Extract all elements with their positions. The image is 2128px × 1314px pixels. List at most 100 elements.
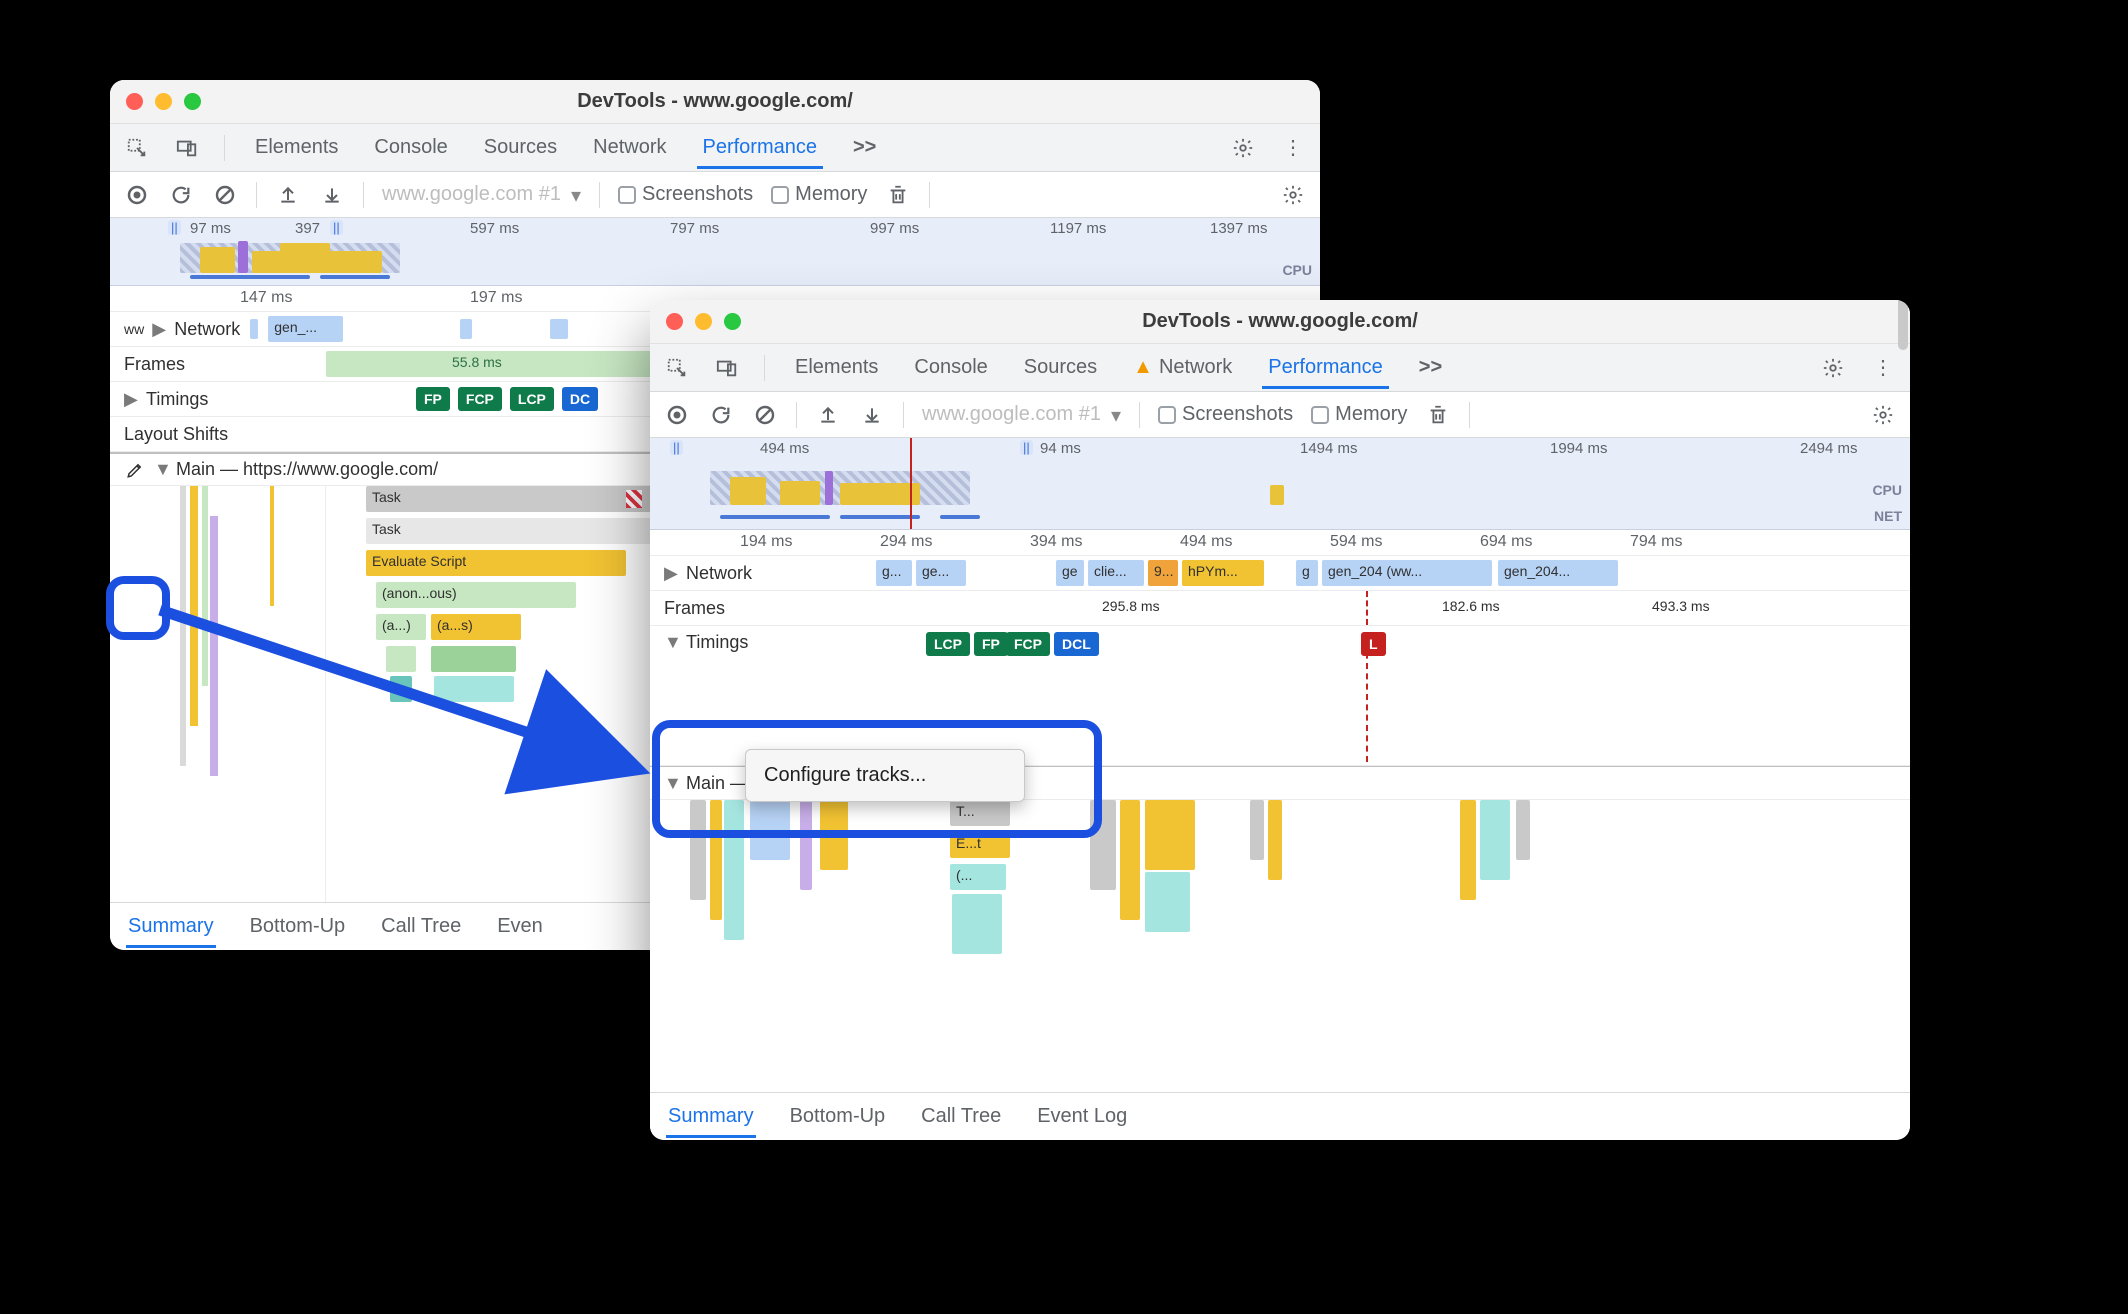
reload-icon[interactable] xyxy=(168,182,194,208)
timing-fcp: FCP xyxy=(458,387,502,411)
btab-bottom-up[interactable]: Bottom-Up xyxy=(248,905,348,948)
btab-call-tree[interactable]: Call Tree xyxy=(919,1095,1003,1138)
flame-et[interactable]: E...t xyxy=(950,832,1010,858)
net-item[interactable]: gen_204... xyxy=(1498,560,1618,586)
net-item[interactable]: gen_... xyxy=(268,316,343,342)
tick: 997 ms xyxy=(870,220,919,237)
flame-a[interactable]: (a...) xyxy=(376,614,426,640)
kebab-icon[interactable]: ⋮ xyxy=(1280,135,1306,161)
clear-icon[interactable] xyxy=(212,182,238,208)
btab-event-log[interactable]: Even xyxy=(495,905,545,948)
download-icon[interactable] xyxy=(319,182,345,208)
range-handle-right[interactable]: || xyxy=(1020,440,1033,455)
zoom-icon[interactable] xyxy=(184,93,201,110)
tab-sources[interactable]: Sources xyxy=(1018,346,1103,389)
close-icon[interactable] xyxy=(666,313,683,330)
inspect-icon[interactable] xyxy=(664,355,690,381)
cpu-overview[interactable]: 494 ms 94 ms 1494 ms 1994 ms 2494 ms || … xyxy=(650,438,1910,530)
btab-summary[interactable]: Summary xyxy=(126,905,216,948)
close-icon[interactable] xyxy=(126,93,143,110)
download-icon[interactable] xyxy=(859,402,885,428)
disclose-icon[interactable]: ▼ xyxy=(664,632,678,653)
capture-settings-icon[interactable] xyxy=(1870,402,1896,428)
disclose-icon[interactable]: ▶ xyxy=(124,389,138,410)
timings-track[interactable]: ▼ Timings LCP FP FCP DCL L xyxy=(650,626,1910,766)
btab-bottom-up[interactable]: Bottom-Up xyxy=(788,1095,888,1138)
recording-dropdown[interactable]: www.google.com #1 xyxy=(382,183,581,206)
tick: 494 ms xyxy=(760,440,809,457)
tab-overflow[interactable]: >> xyxy=(1413,346,1448,389)
gc-icon[interactable] xyxy=(885,182,911,208)
upload-icon[interactable] xyxy=(815,402,841,428)
screenshots-checkbox[interactable]: Screenshots xyxy=(1158,403,1293,426)
timing-lcp: LCP xyxy=(510,387,554,411)
disclose-icon[interactable]: ▼ xyxy=(664,773,678,794)
net-item[interactable]: g xyxy=(1296,560,1318,586)
tab-network[interactable]: Network xyxy=(587,126,672,169)
disclose-icon[interactable]: ▼ xyxy=(154,459,168,480)
zoom-icon[interactable] xyxy=(724,313,741,330)
net-item[interactable]: ge xyxy=(1056,560,1084,586)
bottom-tabs: Summary Bottom-Up Call Tree Event Log xyxy=(650,1092,1910,1140)
inspect-icon[interactable] xyxy=(124,135,150,161)
range-handle-left[interactable]: || xyxy=(168,220,181,235)
capture-settings-icon[interactable] xyxy=(1280,182,1306,208)
tab-overflow[interactable]: >> xyxy=(847,126,882,169)
memory-checkbox[interactable]: Memory xyxy=(771,183,867,206)
net-item[interactable]: gen_204 (ww... xyxy=(1322,560,1492,586)
recording-dropdown[interactable]: www.google.com #1 xyxy=(922,403,1121,426)
minimize-icon[interactable] xyxy=(155,93,172,110)
disclose-icon[interactable]: ▶ xyxy=(152,319,166,340)
disclose-icon[interactable]: ▶ xyxy=(664,563,678,584)
devtools-tabs: Elements Console Sources Network Perform… xyxy=(110,124,1320,172)
net-item[interactable]: clie... xyxy=(1088,560,1144,586)
divider xyxy=(1469,402,1470,428)
network-track[interactable]: ▶ Network g... ge... ge clie... 9... hPY… xyxy=(650,556,1910,591)
frames-track[interactable]: Frames 295.8 ms 182.6 ms 493.3 ms xyxy=(650,591,1910,626)
net-item[interactable]: 9... xyxy=(1148,560,1178,586)
clear-icon[interactable] xyxy=(752,402,778,428)
upload-icon[interactable] xyxy=(275,182,301,208)
edit-icon[interactable] xyxy=(124,461,146,479)
tab-console[interactable]: Console xyxy=(368,126,453,169)
cpu-overview[interactable]: 97 ms 397 597 ms 797 ms 997 ms 1197 ms 1… xyxy=(110,218,1320,286)
net-item[interactable]: g... xyxy=(876,560,912,586)
net-item[interactable]: hPYm... xyxy=(1182,560,1264,586)
gear-icon[interactable] xyxy=(1820,355,1846,381)
record-icon[interactable] xyxy=(124,182,150,208)
tab-performance[interactable]: Performance xyxy=(697,126,824,169)
record-icon[interactable] xyxy=(664,402,690,428)
minimize-icon[interactable] xyxy=(695,313,712,330)
tab-performance[interactable]: Performance xyxy=(1262,346,1389,389)
tab-elements[interactable]: Elements xyxy=(249,126,344,169)
device-icon[interactable] xyxy=(174,135,200,161)
memory-checkbox[interactable]: Memory xyxy=(1311,403,1407,426)
tab-sources[interactable]: Sources xyxy=(478,126,563,169)
scrollbar[interactable] xyxy=(1898,300,1908,350)
gc-icon[interactable] xyxy=(1425,402,1451,428)
overview-ruler: 97 ms 397 597 ms 797 ms 997 ms 1197 ms 1… xyxy=(110,218,1320,240)
device-icon[interactable] xyxy=(714,355,740,381)
range-handle-right[interactable]: || xyxy=(330,220,343,235)
gear-icon[interactable] xyxy=(1230,135,1256,161)
btab-call-tree[interactable]: Call Tree xyxy=(379,905,463,948)
tick: 597 ms xyxy=(470,220,519,237)
flame-t[interactable]: T... xyxy=(950,800,1010,826)
screenshots-checkbox[interactable]: Screenshots xyxy=(618,183,753,206)
net-item[interactable]: ge... xyxy=(916,560,966,586)
flame-paren[interactable]: (... xyxy=(950,864,1006,890)
timings-label: Timings xyxy=(146,389,208,410)
flame-anon[interactable]: (anon...ous) xyxy=(376,582,576,608)
reload-icon[interactable] xyxy=(708,402,734,428)
flame-eval[interactable]: Evaluate Script xyxy=(366,550,626,576)
kebab-icon[interactable]: ⋮ xyxy=(1870,355,1896,381)
tab-console[interactable]: Console xyxy=(908,346,993,389)
btab-event-log[interactable]: Event Log xyxy=(1035,1095,1129,1138)
configure-tracks-item[interactable]: Configure tracks... xyxy=(746,756,1024,795)
btab-summary[interactable]: Summary xyxy=(666,1095,756,1138)
tab-network[interactable]: ▲Network xyxy=(1127,346,1238,389)
range-handle-left[interactable]: || xyxy=(670,440,683,455)
tab-elements[interactable]: Elements xyxy=(789,346,884,389)
flame-as[interactable]: (a...s) xyxy=(431,614,521,640)
tick: 2494 ms xyxy=(1800,440,1858,457)
